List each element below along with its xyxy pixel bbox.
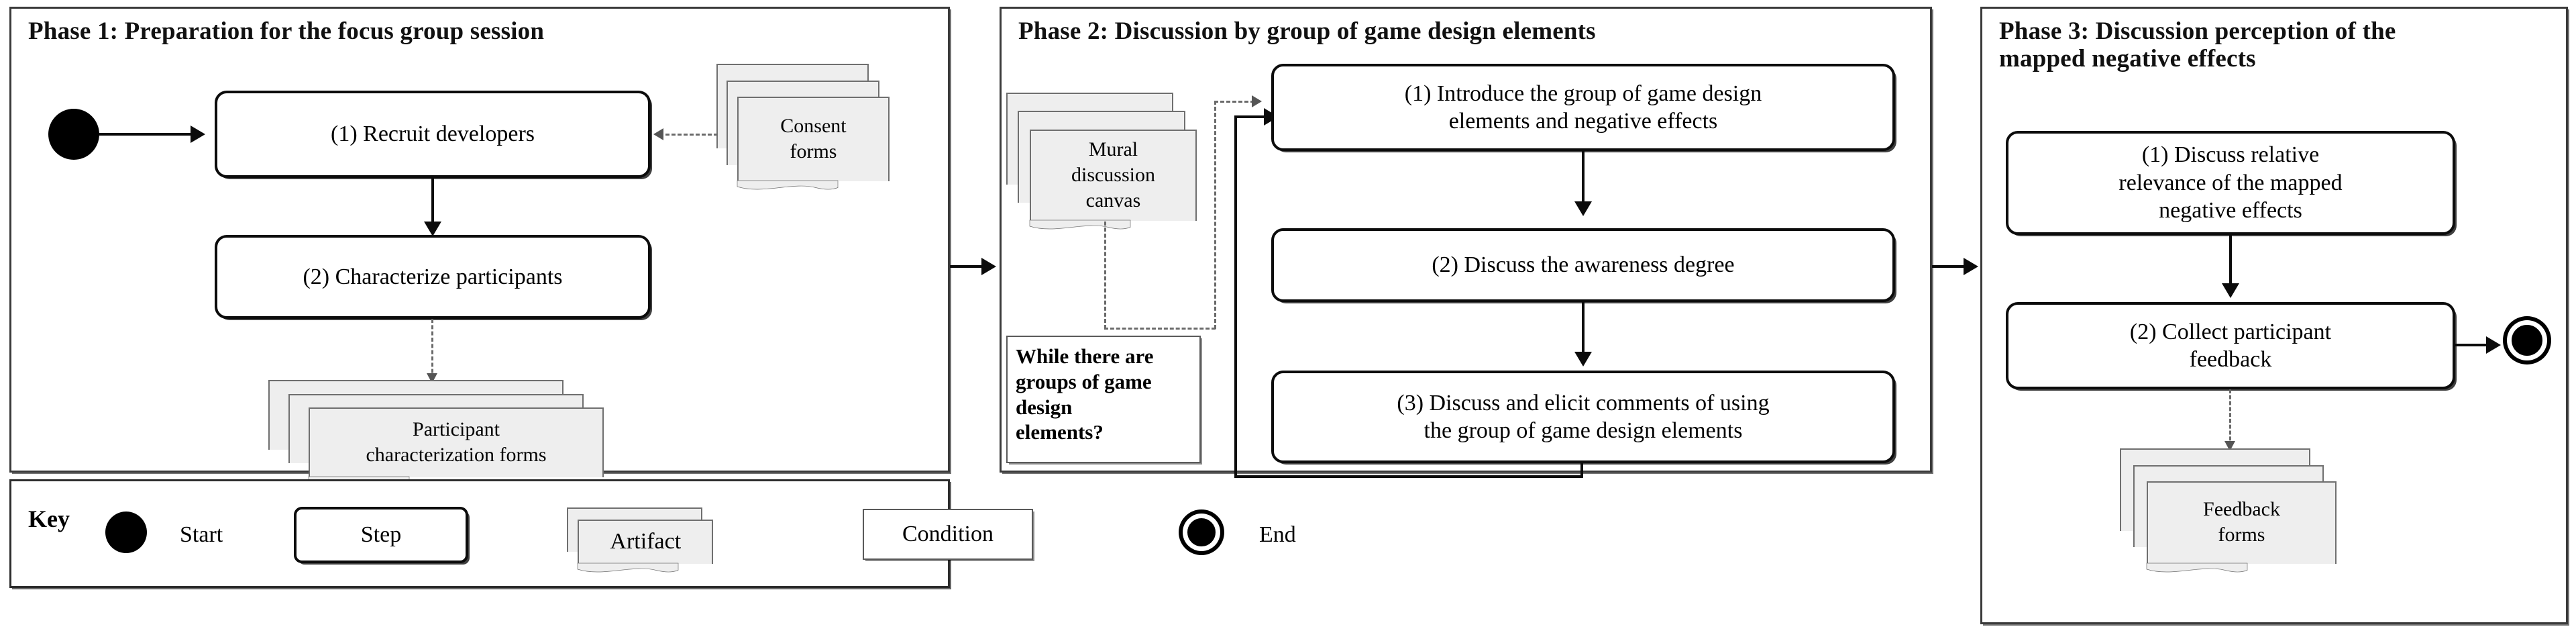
artifact-feedback-forms-label: Feedback forms bbox=[2203, 498, 2280, 546]
end-node-phase-3 bbox=[2512, 325, 2542, 356]
artifact-feedback-forms: Feedback forms bbox=[2120, 448, 2341, 566]
key-label-artifact: Artifact bbox=[610, 528, 682, 554]
artifact-consent-forms-label: Consent forms bbox=[780, 115, 847, 162]
arrow-consent-forms-to-step1 bbox=[653, 128, 663, 140]
arrow-p2-step1-to-step2 bbox=[1574, 201, 1592, 216]
arrow-step2-to-end bbox=[2486, 336, 2501, 354]
dashed-connector-feedback-forms bbox=[2229, 389, 2231, 446]
artifact-participant-characterization-forms-label: Participant characterization forms bbox=[366, 418, 547, 467]
connector-p2-step1-to-step2 bbox=[1582, 151, 1585, 205]
arrow-start-to-step1 bbox=[191, 126, 205, 143]
phase-2-step-3[interactable]: (3) Discuss and elicit comments of using… bbox=[1271, 371, 1895, 463]
phase-1-step-2-label: (2) Characterize participants bbox=[303, 264, 563, 289]
process-diagram-canvas: Phase 1: Preparation for the focus group… bbox=[0, 0, 2576, 633]
key-label-end: End bbox=[1259, 522, 1296, 547]
phase-2-title: Phase 2: Discussion by group of game des… bbox=[1018, 17, 1596, 45]
start-node-phase-1 bbox=[48, 109, 99, 160]
phase-2-condition-label: While there are groups of game design el… bbox=[1016, 344, 1154, 444]
artifact-wave-edge bbox=[737, 181, 838, 193]
phase-2-step-2-label: (2) Discuss the awareness degree bbox=[1432, 252, 1735, 278]
key-label-step: Step bbox=[360, 522, 402, 547]
phase-2-condition-box[interactable]: While there are groups of game design el… bbox=[1006, 336, 1201, 463]
key-artifact-icon: Artifact bbox=[567, 507, 721, 575]
phase-2-step-2[interactable]: (2) Discuss the awareness degree bbox=[1271, 228, 1895, 302]
key-start-icon bbox=[105, 512, 147, 553]
key-panel bbox=[9, 479, 950, 588]
artifact-mural-discussion-canvas-label: Mural discussion canvas bbox=[1071, 138, 1155, 211]
artifact-mural-discussion-canvas: Mural discussion canvas bbox=[1006, 93, 1201, 224]
dashed-connector-mural-down bbox=[1104, 222, 1106, 329]
artifact-consent-forms: Consent forms bbox=[716, 64, 890, 181]
artifact-wave-edge bbox=[578, 563, 678, 575]
key-condition-icon: Condition bbox=[863, 509, 1033, 560]
dashed-connector-participant-forms bbox=[431, 319, 433, 379]
artifact-wave-edge bbox=[1030, 220, 1130, 232]
artifact-wave-edge bbox=[2147, 563, 2247, 575]
dashed-connector-consent-forms bbox=[665, 134, 718, 136]
arrow-phase1-to-phase2 bbox=[981, 258, 996, 275]
dashed-connector-mural-up bbox=[1214, 101, 1216, 329]
phase-3-step-2-label: (2) Collect participant feedback bbox=[2129, 319, 2332, 372]
key-title: Key bbox=[28, 505, 70, 532]
connector-step2-to-end bbox=[2455, 344, 2490, 346]
phase-1-step-1-label: (1) Recruit developers bbox=[331, 121, 535, 147]
phase-1-step-1[interactable]: (1) Recruit developers bbox=[215, 91, 651, 178]
loop-return-horizontal bbox=[1234, 475, 1583, 478]
arrow-p2-step2-to-step3 bbox=[1574, 352, 1592, 367]
phase-3-step-1-label: (1) Discuss relative relevance of the ma… bbox=[2118, 142, 2343, 224]
phase-3-step-2[interactable]: (2) Collect participant feedback bbox=[2006, 302, 2455, 389]
connector-start-to-step1 bbox=[99, 133, 193, 136]
phase-2-step-1[interactable]: (1) Introduce the group of game design e… bbox=[1271, 64, 1895, 151]
phase-2-step-1-label: (1) Introduce the group of game design e… bbox=[1404, 81, 1762, 134]
arrow-step1-to-step2 bbox=[424, 222, 441, 236]
phase-3-title: Phase 3: Discussion perception of the ma… bbox=[1999, 17, 2396, 73]
arrow-p3-step1-to-step2 bbox=[2222, 283, 2239, 298]
key-end-icon bbox=[1187, 518, 1216, 546]
phase-1-title: Phase 1: Preparation for the focus group… bbox=[28, 17, 545, 45]
phase-2-step-3-label: (3) Discuss and elicit comments of using… bbox=[1397, 390, 1770, 443]
connector-p3-step1-to-step2 bbox=[2229, 235, 2232, 287]
artifact-participant-characterization-forms: Participant characterization forms bbox=[268, 380, 604, 479]
connector-step1-to-step2 bbox=[431, 178, 434, 225]
dashed-connector-mural-to-step1 bbox=[1214, 101, 1254, 103]
phase-1-step-2[interactable]: (2) Characterize participants bbox=[215, 235, 651, 319]
connector-p2-step2-to-step3 bbox=[1582, 302, 1585, 356]
arrow-mural-to-step1 bbox=[1252, 95, 1262, 107]
arrow-phase2-to-phase3 bbox=[1964, 258, 1978, 275]
phase-3-step-1[interactable]: (1) Discuss relative relevance of the ma… bbox=[2006, 131, 2455, 235]
key-step-icon: Step bbox=[294, 507, 468, 563]
loop-connector-vertical bbox=[1234, 115, 1237, 478]
key-label-start: Start bbox=[180, 522, 223, 547]
key-label-condition: Condition bbox=[902, 522, 994, 546]
dashed-connector-mural-across bbox=[1104, 328, 1216, 330]
